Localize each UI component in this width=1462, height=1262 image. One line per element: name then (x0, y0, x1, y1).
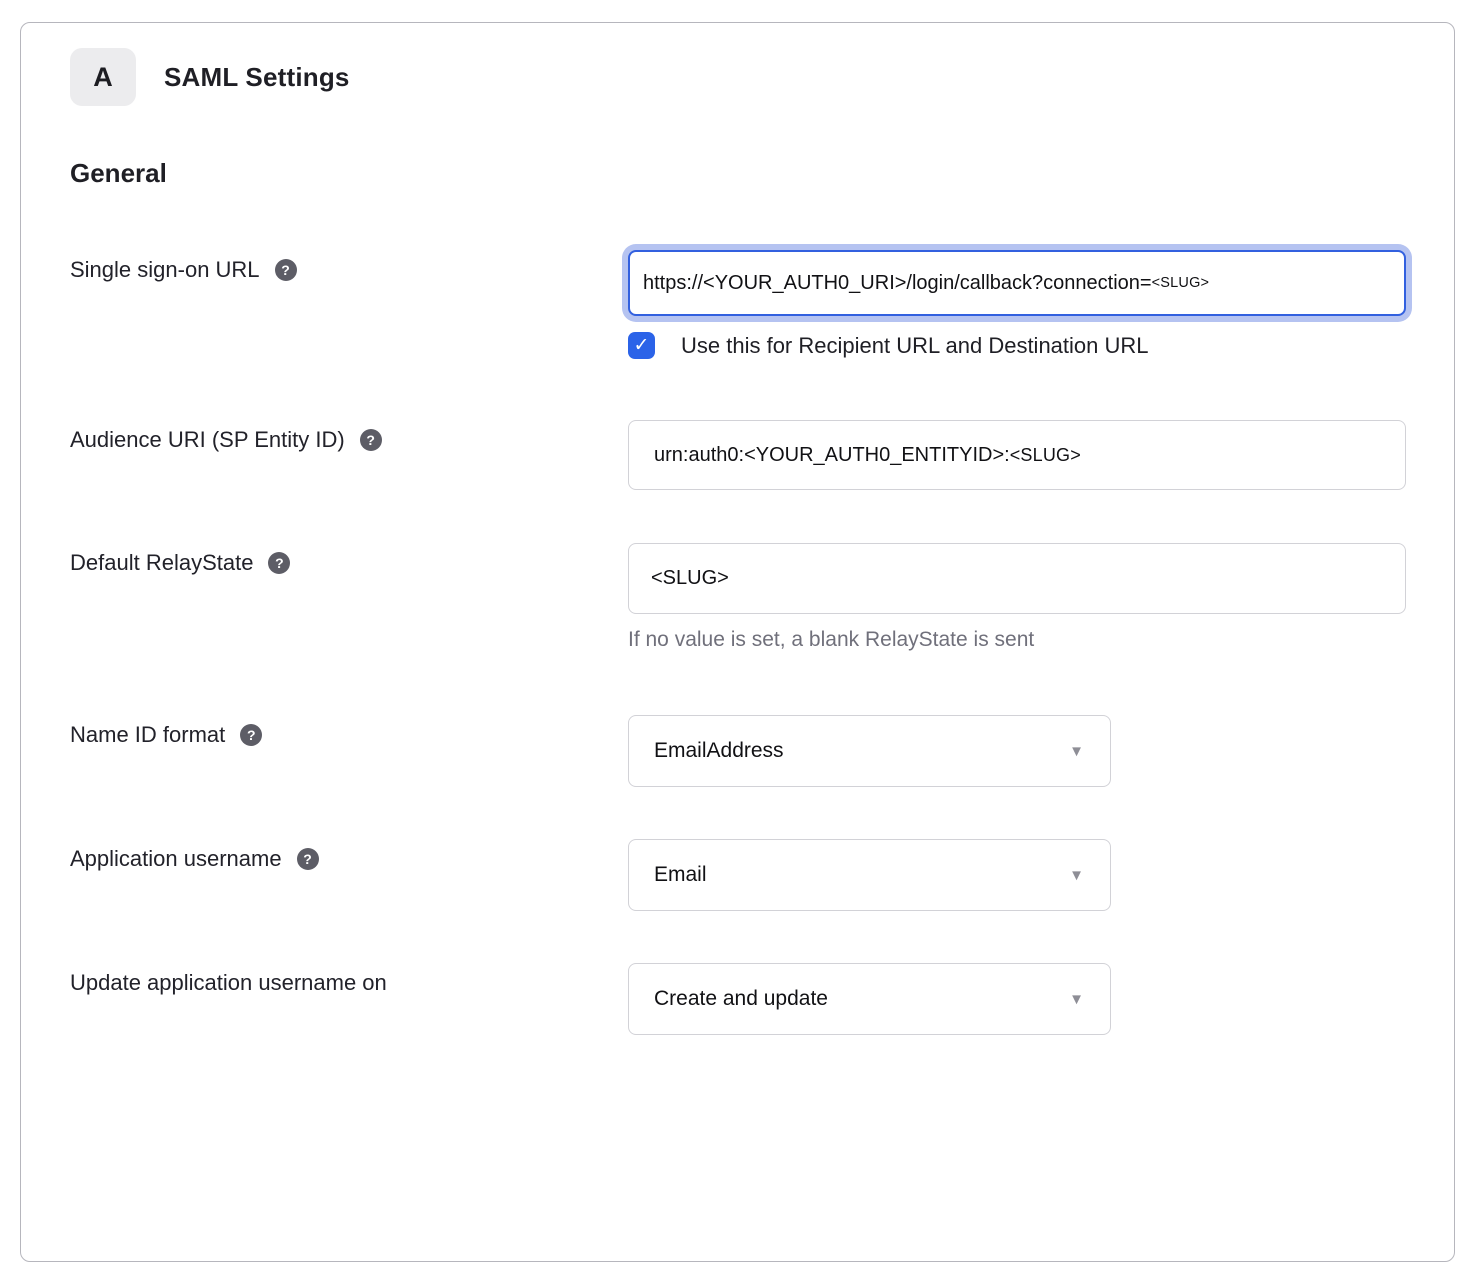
recipient-url-checkbox[interactable]: ✓ (628, 332, 655, 359)
check-icon: ✓ (634, 334, 650, 357)
relaystate-value: <SLUG> (651, 567, 729, 590)
recipient-url-checkbox-row: ✓ Use this for Recipient URL and Destina… (628, 332, 1406, 359)
sso-url-value-main: https://<YOUR_AUTH0_URI>/login/callback?… (643, 272, 1152, 295)
update-application-username-controls: Create and update ▼ (628, 963, 1111, 1035)
application-username-label-group: Application username ? (70, 839, 628, 872)
recipient-url-checkbox-label[interactable]: Use this for Recipient URL and Destinati… (681, 333, 1149, 359)
row-update-application-username: Update application username on Create an… (70, 963, 1454, 1035)
update-application-username-label-group: Update application username on (70, 963, 628, 996)
audience-uri-value-slug: <SLUG> (1010, 445, 1081, 466)
name-id-format-value: EmailAddress (654, 739, 1069, 763)
name-id-format-controls: EmailAddress ▼ (628, 715, 1111, 787)
relaystate-input[interactable]: <SLUG> (628, 543, 1406, 614)
sso-url-controls: https://<YOUR_AUTH0_URI>/login/callback?… (628, 250, 1406, 359)
update-application-username-value: Create and update (654, 987, 1069, 1011)
update-application-username-label: Update application username on (70, 970, 387, 996)
chevron-down-icon: ▼ (1069, 867, 1084, 884)
audience-uri-input[interactable]: urn:auth0:<YOUR_AUTH0_ENTITYID>:<SLUG> (628, 420, 1406, 490)
row-default-relaystate: Default RelayState ? <SLUG> If no value … (70, 543, 1454, 654)
row-name-id-format: Name ID format ? EmailAddress ▼ (70, 715, 1454, 787)
relaystate-label-group: Default RelayState ? (70, 543, 628, 576)
chevron-down-icon: ▼ (1069, 991, 1084, 1008)
sso-url-input[interactable]: https://<YOUR_AUTH0_URI>/login/callback?… (628, 250, 1406, 316)
relaystate-label: Default RelayState (70, 550, 253, 576)
application-username-label: Application username (70, 846, 282, 872)
help-icon[interactable]: ? (297, 848, 319, 870)
help-icon[interactable]: ? (360, 429, 382, 451)
application-username-select[interactable]: Email ▼ (628, 839, 1111, 911)
row-audience-uri: Audience URI (SP Entity ID) ? urn:auth0:… (70, 420, 1454, 490)
row-single-sign-on-url: Single sign-on URL ? https://<YOUR_AUTH0… (70, 250, 1454, 359)
row-application-username: Application username ? Email ▼ (70, 839, 1454, 911)
help-icon[interactable]: ? (275, 259, 297, 281)
section-heading-general: General (70, 158, 1454, 188)
saml-settings-panel: A SAML Settings General Single sign-on U… (20, 22, 1455, 1262)
audience-uri-label-group: Audience URI (SP Entity ID) ? (70, 420, 628, 453)
help-icon[interactable]: ? (240, 724, 262, 746)
application-username-controls: Email ▼ (628, 839, 1111, 911)
step-badge: A (70, 48, 136, 106)
relaystate-hint: If no value is set, a blank RelayState i… (628, 628, 1406, 654)
panel-header: A SAML Settings (70, 48, 1454, 106)
help-icon[interactable]: ? (268, 552, 290, 574)
panel-title: SAML Settings (164, 62, 350, 93)
sso-url-label: Single sign-on URL (70, 257, 260, 283)
name-id-format-label-group: Name ID format ? (70, 715, 628, 748)
name-id-format-select[interactable]: EmailAddress ▼ (628, 715, 1111, 787)
sso-url-value-slug: <SLUG> (1152, 275, 1210, 291)
sso-url-label-group: Single sign-on URL ? (70, 250, 628, 283)
audience-uri-controls: urn:auth0:<YOUR_AUTH0_ENTITYID>:<SLUG> (628, 420, 1406, 490)
name-id-format-label: Name ID format (70, 722, 225, 748)
chevron-down-icon: ▼ (1069, 743, 1084, 760)
update-application-username-select[interactable]: Create and update ▼ (628, 963, 1111, 1035)
relaystate-controls: <SLUG> If no value is set, a blank Relay… (628, 543, 1406, 654)
audience-uri-value-main: urn:auth0:<YOUR_AUTH0_ENTITYID>: (654, 444, 1010, 467)
application-username-value: Email (654, 863, 1069, 887)
audience-uri-label: Audience URI (SP Entity ID) (70, 427, 345, 453)
